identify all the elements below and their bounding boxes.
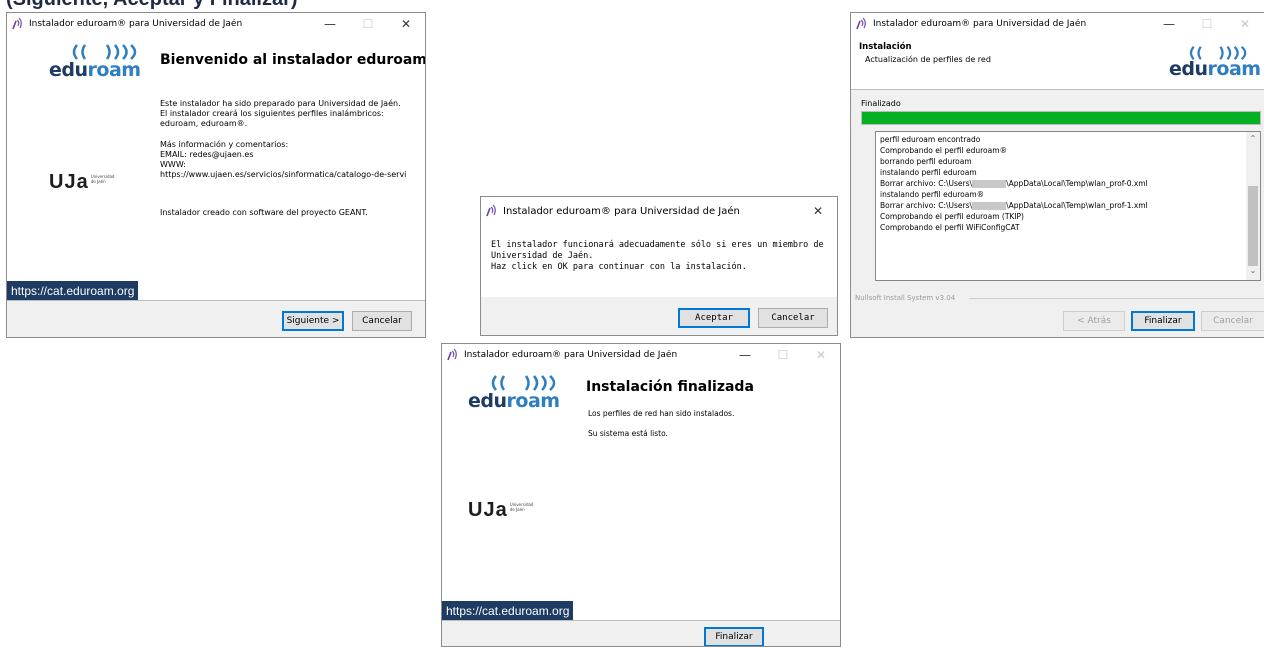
scroll-down-icon[interactable]: ⌄ bbox=[1246, 266, 1260, 278]
eduroam-logo: eduroam bbox=[49, 43, 159, 83]
log-line-text: instalando perfil eduroam bbox=[880, 168, 977, 177]
cancel-button[interactable]: Cancelar bbox=[352, 311, 412, 331]
cancel-button[interactable]: Cancelar bbox=[758, 308, 828, 328]
divider bbox=[7, 300, 425, 301]
wifi-install-icon bbox=[856, 17, 866, 30]
close-icon[interactable]: ✕ bbox=[799, 197, 837, 225]
window-title: Instalador eduroam® para Universidad de … bbox=[873, 19, 1087, 29]
scroll-thumb[interactable] bbox=[1248, 186, 1258, 266]
wifi-install-icon bbox=[12, 17, 22, 30]
progress-fill bbox=[862, 112, 1260, 124]
maximize-icon[interactable]: ☐ bbox=[1188, 13, 1226, 35]
close-icon[interactable]: ✕ bbox=[1226, 13, 1264, 35]
eduroam-edu: edu bbox=[49, 59, 88, 81]
dialog-message: El instalador funcionará adecuadamente s… bbox=[491, 240, 824, 272]
cat-link[interactable]: https://cat.eduroam.org bbox=[442, 601, 574, 621]
nsis-divider bbox=[969, 298, 1264, 299]
log-line-text: Comprobando el perfil eduroam® bbox=[880, 146, 1008, 155]
dialog-title: Instalador eduroam® para Universidad de … bbox=[503, 205, 740, 217]
uja-logo: UJa Universidad de Jaén bbox=[468, 499, 534, 521]
log-line: instalando perfil eduroam® bbox=[876, 189, 1260, 200]
maximize-icon[interactable]: ☐ bbox=[764, 344, 802, 366]
log-line-text: Comprobando el perfil WiFiConfigCAT bbox=[880, 223, 1020, 232]
log-line-text: borrando perfil eduroam bbox=[880, 157, 972, 166]
divider bbox=[442, 620, 840, 621]
welcome-paragraph-2: Más información y comentarios: EMAIL: re… bbox=[160, 140, 407, 179]
eduroam-roam: roam bbox=[87, 59, 142, 81]
back-button[interactable]: < Atrás bbox=[1063, 311, 1125, 331]
log-line-text: perfil eduroam encontrado bbox=[880, 135, 981, 144]
section-title: Instalación bbox=[859, 42, 912, 52]
log-line-suffix: \AppData\Local\Temp\wlan_prof-0.xml bbox=[1006, 179, 1148, 188]
window-title: Instalador eduroam® para Universidad de … bbox=[29, 19, 243, 29]
finished-line-1: Los perfiles de red han sido instalados. bbox=[588, 409, 735, 418]
eduroam-logo: eduroam bbox=[468, 374, 578, 414]
log-line-suffix: \AppData\Local\Temp\wlan_prof-1.xml bbox=[1006, 201, 1148, 210]
log-line-text: Comprobando el perfil eduroam (TKIP) bbox=[880, 212, 1024, 221]
minimize-icon[interactable]: — bbox=[1150, 13, 1188, 35]
log-line: Borrar archivo: C:\Users\ \AppData\Local\… bbox=[876, 200, 1260, 211]
title-bar[interactable]: Instalador eduroam® para Universidad de … bbox=[7, 13, 425, 35]
progress-bar bbox=[861, 111, 1261, 125]
finished-line-2: Su sistema está listo. bbox=[588, 429, 668, 438]
welcome-heading: Bienvenido al instalador eduroam® bbox=[160, 52, 426, 68]
log-line: instalando perfil eduroam bbox=[876, 167, 1260, 178]
next-button[interactable]: Siguiente > bbox=[282, 311, 344, 331]
finished-heading: Instalación finalizada bbox=[586, 379, 754, 395]
minimize-icon[interactable]: — bbox=[311, 13, 349, 35]
welcome-paragraph-1: Este instalador ha sido preparado para U… bbox=[160, 99, 401, 128]
caption: (Siguiente, Aceptar y Finalizar) bbox=[6, 0, 298, 11]
cancel-button[interactable]: Cancelar bbox=[1201, 311, 1264, 331]
log-lines: perfil eduroam encontrado Comprobando el … bbox=[876, 132, 1260, 233]
title-bar[interactable]: Instalador eduroam® para Universidad de … bbox=[851, 13, 1264, 35]
close-icon[interactable]: ✕ bbox=[387, 13, 425, 35]
close-icon[interactable]: ✕ bbox=[802, 344, 840, 366]
divider bbox=[851, 89, 1264, 90]
install-header: Instalación Actualización de perfiles de… bbox=[851, 35, 1264, 89]
log-line: perfil eduroam encontrado bbox=[876, 134, 1260, 145]
section-subtitle: Actualización de perfiles de red bbox=[865, 55, 991, 64]
eduroam-logo: eduroam bbox=[1169, 45, 1264, 85]
title-bar[interactable]: Instalador eduroam® para Universidad de … bbox=[442, 344, 840, 366]
redacted-username bbox=[972, 180, 1007, 188]
redacted-username bbox=[972, 202, 1007, 210]
welcome-paragraph-3: Instalador creado con software del proye… bbox=[160, 208, 368, 217]
accept-button[interactable]: Aceptar bbox=[678, 308, 750, 328]
log-line-prefix: Borrar archivo: C:\Users\ bbox=[880, 201, 973, 210]
finished-window: Instalador eduroam® para Universidad de … bbox=[441, 343, 841, 647]
install-log[interactable]: perfil eduroam encontrado Comprobando el … bbox=[875, 131, 1261, 281]
wifi-install-icon bbox=[486, 204, 496, 217]
log-line: Comprobando el perfil WiFiConfigCAT bbox=[876, 222, 1260, 233]
window-title: Instalador eduroam® para Universidad de … bbox=[464, 350, 678, 360]
cat-link[interactable]: https://cat.eduroam.org bbox=[7, 281, 139, 301]
nsis-label: Nullsoft Install System v3.04 bbox=[855, 294, 956, 302]
wifi-install-icon bbox=[447, 348, 457, 361]
finish-button[interactable]: Finalizar bbox=[1131, 311, 1195, 331]
log-line: Comprobando el perfil eduroam (TKIP) bbox=[876, 211, 1260, 222]
log-line-text: instalando perfil eduroam® bbox=[880, 190, 985, 199]
maximize-icon[interactable]: ☐ bbox=[349, 13, 387, 35]
log-line-prefix: Borrar archivo: C:\Users\ bbox=[880, 179, 973, 188]
dialog-title-bar[interactable]: Instalador eduroam® para Universidad de … bbox=[481, 197, 837, 225]
progress-status: Finalizado bbox=[861, 99, 901, 108]
log-line: borrando perfil eduroam bbox=[876, 156, 1260, 167]
minimize-icon[interactable]: — bbox=[726, 344, 764, 366]
log-scrollbar[interactable]: ⌃ ⌄ bbox=[1246, 132, 1260, 280]
install-window: Instalador eduroam® para Universidad de … bbox=[850, 12, 1264, 338]
uja-logo: UJa Universidad de Jaén bbox=[49, 171, 115, 193]
finish-button[interactable]: Finalizar bbox=[704, 627, 764, 646]
welcome-content: eduroam UJa Universidad de Jaén Bienveni… bbox=[7, 35, 426, 301]
log-line: Comprobando el perfil eduroam® bbox=[876, 145, 1260, 156]
welcome-window: Instalador eduroam® para Universidad de … bbox=[6, 12, 426, 338]
finished-content: eduroam UJa Universidad de Jaén Instalac… bbox=[442, 366, 840, 621]
confirm-dialog: Instalador eduroam® para Universidad de … bbox=[480, 196, 838, 336]
scroll-up-icon[interactable]: ⌃ bbox=[1246, 134, 1260, 146]
log-line: Borrar archivo: C:\Users\ \AppData\Local\… bbox=[876, 178, 1260, 189]
